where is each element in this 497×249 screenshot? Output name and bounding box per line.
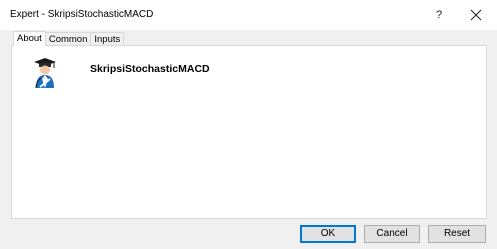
close-icon <box>470 9 482 21</box>
help-button[interactable]: ? <box>431 6 447 24</box>
graduate-expert-icon <box>34 58 56 89</box>
cancel-button[interactable]: Cancel <box>364 225 420 243</box>
tab-common[interactable]: Common <box>44 32 92 46</box>
window-title: Expert - SkripsiStochasticMACD <box>10 9 154 20</box>
tab-about[interactable]: About <box>13 31 46 46</box>
ok-button[interactable]: OK <box>300 225 356 243</box>
expert-name: SkripsiStochasticMACD <box>90 63 210 75</box>
about-panel: SkripsiStochasticMACD <box>11 45 487 219</box>
title-bar[interactable]: Expert - SkripsiStochasticMACD ? <box>0 0 497 30</box>
close-button[interactable] <box>465 5 487 25</box>
reset-button[interactable]: Reset <box>428 225 486 243</box>
tab-inputs[interactable]: Inputs <box>90 32 125 46</box>
expert-properties-dialog: Expert - SkripsiStochasticMACD ? About C… <box>0 0 497 249</box>
tab-strip: About Common Inputs <box>13 31 125 46</box>
